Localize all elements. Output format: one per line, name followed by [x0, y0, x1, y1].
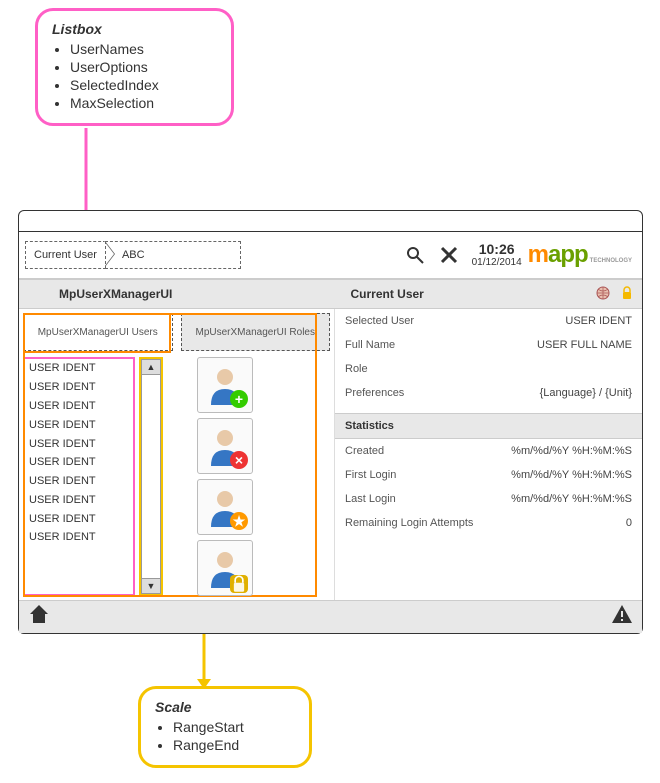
warning-icon[interactable]: [610, 602, 634, 632]
left-pane: MpUserXManagerUI Users MpUserXManagerUI …: [19, 309, 335, 600]
lock-user-button[interactable]: [197, 540, 253, 596]
scroll-track[interactable]: [141, 375, 161, 578]
tab-roles[interactable]: MpUserXManagerUI Roles: [181, 313, 331, 351]
callout-scale-title: Scale: [155, 699, 295, 715]
selected-user-label: Selected User: [345, 315, 414, 327]
detail-pane: Selected User USER IDENT Full Name USER FU…: [335, 309, 642, 600]
subheader-right-title: Current User: [351, 287, 424, 301]
list-item[interactable]: USER IDENT: [25, 528, 133, 547]
created-value: %m/%d/%Y %H:%M:%S: [511, 445, 632, 457]
subheader-left: MpUserXManagerUI: [19, 279, 343, 309]
subheader-left-title: MpUserXManagerUI: [59, 287, 172, 301]
list-item[interactable]: USER IDENT: [25, 415, 133, 434]
breadcrumb-value[interactable]: ABC: [105, 241, 241, 269]
list-item[interactable]: USER IDENT: [25, 359, 133, 378]
scroll-down-button[interactable]: ▼: [141, 578, 161, 594]
edit-user-button[interactable]: ★: [197, 479, 253, 535]
scroll-up-button[interactable]: ▲: [141, 359, 161, 375]
list-item[interactable]: USER IDENT: [25, 453, 133, 472]
tab-bar: MpUserXManagerUI Users MpUserXManagerUI …: [23, 313, 330, 351]
full-name-label: Full Name: [345, 339, 395, 351]
subheader-right: Current User: [343, 279, 643, 309]
padlock-icon: [230, 575, 248, 593]
x-icon: ×: [230, 451, 248, 469]
statistics-header: Statistics: [335, 413, 642, 439]
preferences-label: Preferences: [345, 387, 404, 399]
breadcrumb-current-user[interactable]: Current User: [25, 241, 106, 269]
list-item[interactable]: USER IDENT: [25, 490, 133, 509]
user-actions: + × ★: [197, 357, 251, 596]
header-bar: Current User ABC 10:26 01/12/2014 m app …: [19, 232, 642, 279]
user-listbox[interactable]: USER IDENT USER IDENT USER IDENT USER ID…: [23, 357, 135, 596]
created-label: Created: [345, 445, 384, 457]
window-titlebar: [19, 211, 642, 232]
search-icon[interactable]: [402, 242, 428, 268]
lock-icon[interactable]: [620, 286, 634, 303]
callout-listbox-items: UserNames UserOptions SelectedIndex MaxS…: [52, 41, 217, 111]
callout-listbox: Listbox UserNames UserOptions SelectedIn…: [35, 8, 234, 126]
callout-scale: Scale RangeStart RangeEnd: [138, 686, 312, 768]
clock: 10:26 01/12/2014: [472, 242, 522, 268]
last-login-value: %m/%d/%Y %H:%M:%S: [511, 493, 632, 505]
logo: m app TECHNOLOGY: [528, 241, 636, 269]
role-label: Role: [345, 363, 368, 375]
delete-user-button[interactable]: ×: [197, 418, 253, 474]
list-item[interactable]: USER IDENT: [25, 472, 133, 491]
callout-listbox-title: Listbox: [52, 21, 217, 37]
listbox-scrollbar[interactable]: ▲ ▼: [139, 357, 163, 596]
callout-scale-items: RangeStart RangeEnd: [155, 719, 295, 753]
list-item[interactable]: USER IDENT: [25, 509, 133, 528]
tools-icon[interactable]: [436, 242, 462, 268]
clock-time: 10:26: [472, 242, 522, 257]
list-item[interactable]: USER IDENT: [25, 434, 133, 453]
preferences-value: {Language} / {Unit}: [540, 387, 632, 399]
footer-bar: [19, 600, 642, 633]
remaining-attempts-value: 0: [626, 517, 632, 529]
plus-icon: +: [230, 390, 248, 408]
selected-user-value: USER IDENT: [565, 315, 632, 327]
app-window: Current User ABC 10:26 01/12/2014 m app …: [18, 210, 643, 634]
tab-users[interactable]: MpUserXManagerUI Users: [23, 313, 173, 351]
first-login-value: %m/%d/%Y %H:%M:%S: [511, 469, 632, 481]
add-user-button[interactable]: +: [197, 357, 253, 413]
list-item[interactable]: USER IDENT: [25, 397, 133, 416]
list-item[interactable]: USER IDENT: [25, 378, 133, 397]
first-login-label: First Login: [345, 469, 396, 481]
home-icon[interactable]: [27, 602, 51, 632]
remaining-attempts-label: Remaining Login Attempts: [345, 517, 473, 529]
last-login-label: Last Login: [345, 493, 396, 505]
star-icon: ★: [230, 512, 248, 530]
clock-date: 01/12/2014: [472, 257, 522, 268]
full-name-value: USER FULL NAME: [537, 339, 632, 351]
globe-icon[interactable]: [596, 286, 610, 303]
